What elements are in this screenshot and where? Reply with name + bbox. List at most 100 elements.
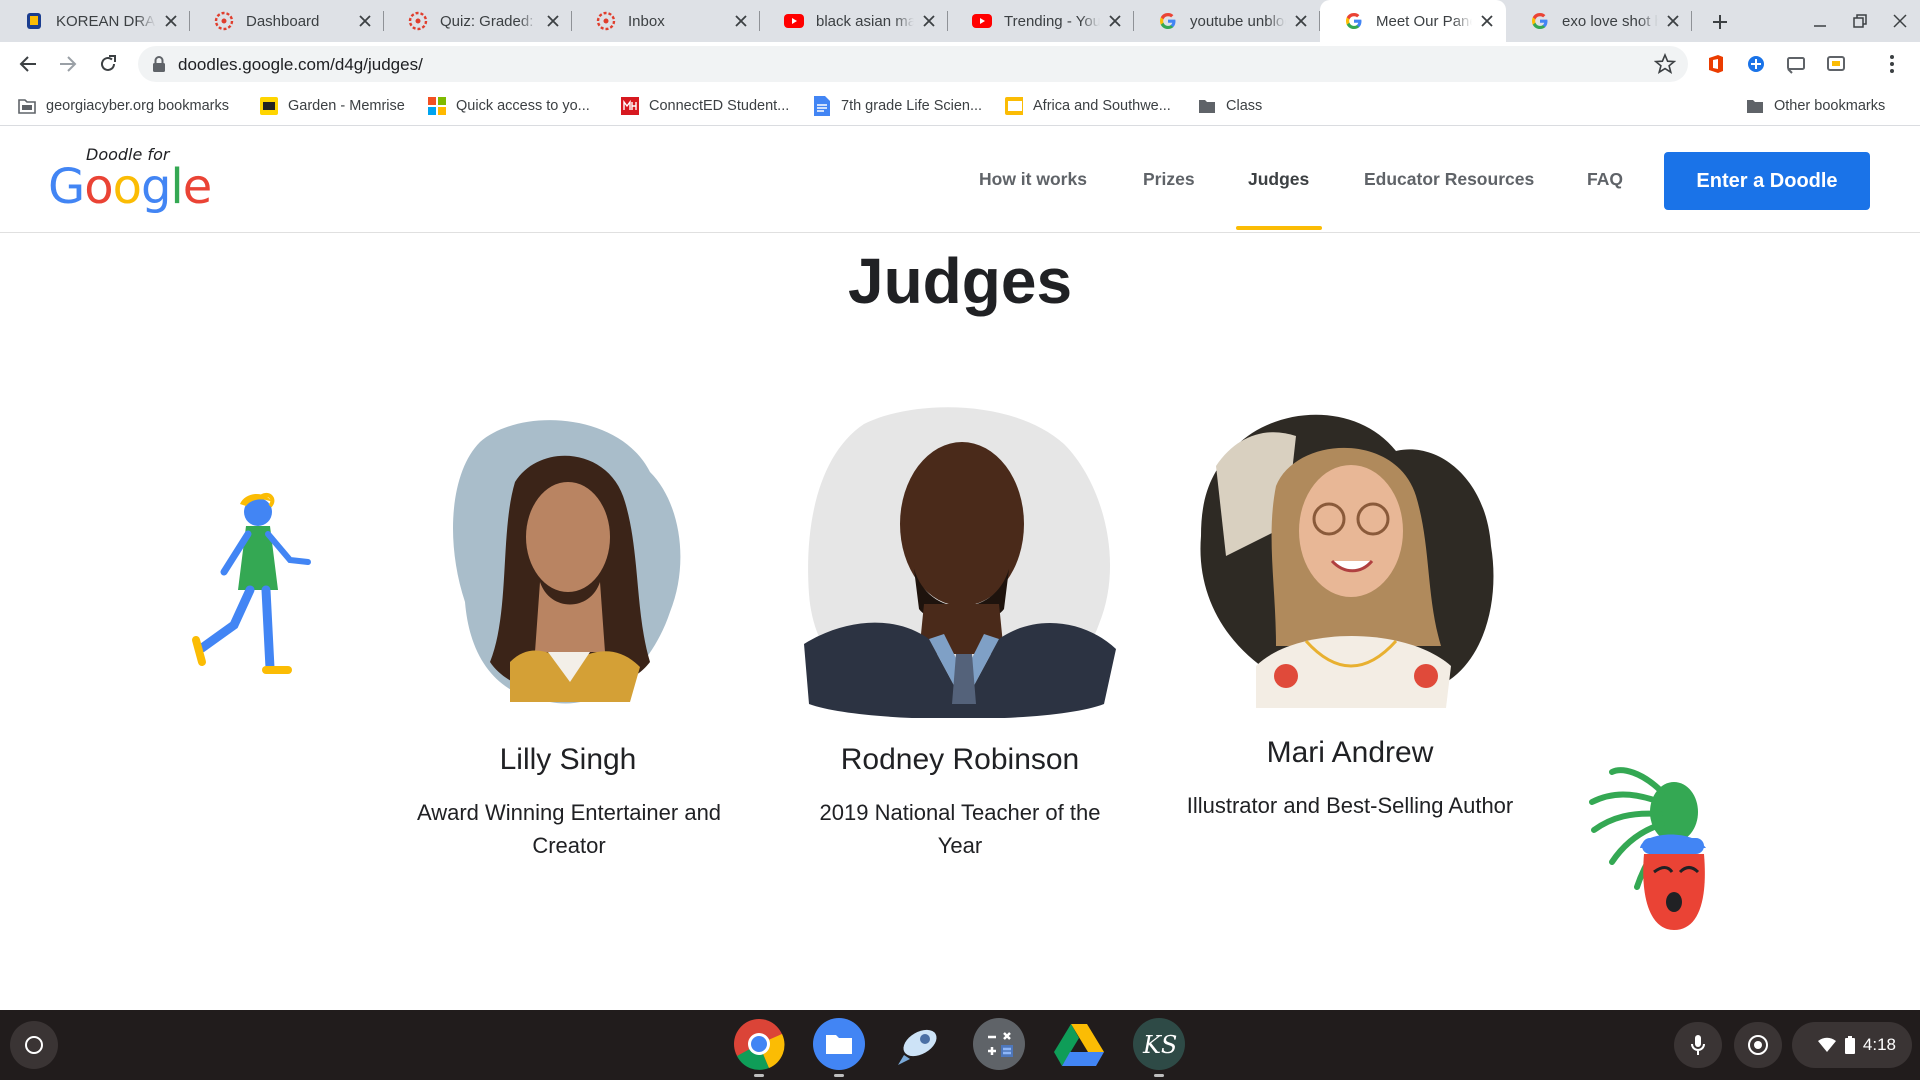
nav-faq[interactable]: FAQ [1587, 169, 1623, 190]
new-tab-button[interactable] [1704, 6, 1736, 38]
microphone-icon [1691, 1035, 1705, 1055]
judge-photo [1196, 406, 1506, 713]
ks-app-icon[interactable]: KS [1133, 1018, 1185, 1070]
nav-how-it-works[interactable]: How it works [979, 169, 1087, 190]
reload-button[interactable] [92, 48, 124, 80]
bookmark-label: Quick access to yo... [456, 98, 590, 114]
clock-time: 4:18 [1862, 1035, 1896, 1054]
bookmark-label: Africa and Southwe... [1033, 98, 1171, 114]
restore-button[interactable] [1840, 0, 1880, 42]
rocket-app-icon[interactable] [893, 1018, 945, 1070]
launcher-button[interactable] [10, 1021, 58, 1069]
tab-strip: KOREAN DRAMA Dashboard Quiz: Graded: 79 … [0, 0, 1920, 42]
close-tab-icon[interactable] [1664, 12, 1682, 30]
folder-icon [1746, 97, 1764, 115]
browser-tab[interactable]: Inbox [572, 0, 760, 42]
nav-prizes[interactable]: Prizes [1143, 169, 1195, 190]
youtube-icon [972, 11, 992, 31]
bookmark-label: georgiacyber.org bookmarks [46, 98, 229, 114]
bookmark-label: ConnectED Student... [649, 98, 790, 114]
bookmark-icon [24, 11, 44, 31]
close-tab-icon[interactable] [544, 12, 562, 30]
close-tab-icon[interactable] [1292, 12, 1310, 30]
tab-title: Quiz: Graded: 79 [440, 12, 538, 30]
tab-title: Meet Our Panel [1376, 12, 1472, 30]
youtube-icon [784, 11, 804, 31]
bookmark-label: Garden - Memrise [288, 98, 405, 114]
enter-a-doodle-button[interactable]: Enter a Doodle [1664, 152, 1870, 210]
close-window-button[interactable] [1880, 0, 1920, 42]
google-icon [1530, 11, 1550, 31]
browser-toolbar: doodles.google.com/d4g/judges/ [0, 42, 1920, 86]
other-bookmarks[interactable]: Other bookmarks [1746, 86, 1885, 126]
doodle-for-google-logo[interactable]: Doodle for Google [48, 145, 212, 215]
drive-icon[interactable] [1053, 1018, 1105, 1070]
forward-button[interactable] [52, 48, 84, 80]
close-tab-icon[interactable] [1478, 12, 1496, 30]
bookmark-item[interactable]: Garden - Memrise [260, 86, 405, 126]
bookmark-label: 7th grade Life Scien... [841, 98, 983, 114]
browser-tab[interactable]: exo love shot hd [1506, 0, 1692, 42]
bookmark-item[interactable]: Class [1198, 86, 1262, 126]
arrow-left-icon [19, 56, 36, 72]
microsoft-icon [428, 97, 446, 115]
calculator-icon[interactable] [973, 1018, 1025, 1070]
back-button[interactable] [12, 48, 44, 80]
walking-girl-doodle [190, 490, 330, 685]
plus-icon [1713, 15, 1727, 29]
browser-tab[interactable]: Trending - YouTube [948, 0, 1134, 42]
svg-text:KS: KS [1142, 1031, 1177, 1059]
reload-icon [101, 55, 116, 71]
judge-role: 2019 National Teacher of the Year [819, 800, 1101, 858]
tab-title: youtube unblocked [1190, 12, 1286, 30]
close-tab-icon[interactable] [1106, 12, 1124, 30]
minimize-icon [1814, 25, 1826, 27]
browser-tab[interactable]: Quiz: Graded: 79 [384, 0, 572, 42]
slides-icon [1005, 97, 1023, 115]
screen-capture-button[interactable] [1734, 1022, 1782, 1068]
close-tab-icon[interactable] [920, 12, 938, 30]
url-text: doodles.google.com/d4g/judges/ [178, 55, 423, 74]
judge-photo [804, 404, 1116, 723]
cast-extension-icon[interactable] [1784, 52, 1808, 76]
tab-title: black asian male [816, 12, 914, 30]
browser-tab[interactable]: youtube unblocked [1134, 0, 1320, 42]
logo-wordmark: Google [48, 159, 212, 215]
close-tab-icon[interactable] [356, 12, 374, 30]
bookmark-item[interactable]: 7th grade Life Scien... [813, 86, 982, 126]
docs-icon [813, 96, 831, 116]
hairy-head-doodle [1582, 762, 1712, 947]
close-tab-icon[interactable] [732, 12, 750, 30]
files-app-icon[interactable] [813, 1018, 865, 1070]
bookmark-item[interactable]: Africa and Southwe... [1005, 86, 1171, 126]
bookmark-item[interactable]: georgiacyber.org bookmarks [18, 86, 229, 126]
browser-tab-active[interactable]: Meet Our Panel [1320, 0, 1506, 42]
mcgraw-hill-icon [621, 97, 639, 115]
close-icon [1893, 14, 1907, 28]
arrow-right-icon [60, 56, 77, 72]
office-extension-icon[interactable] [1704, 52, 1728, 76]
bookmark-item[interactable]: Quick access to yo... [428, 86, 590, 126]
chrome-app-icon[interactable] [733, 1018, 785, 1070]
nav-educator-resources[interactable]: Educator Resources [1364, 169, 1534, 190]
tab-title: KOREAN DRAMA [56, 12, 156, 30]
browser-tab[interactable]: black asian male [760, 0, 948, 42]
screencast-extension-icon[interactable] [1824, 52, 1848, 76]
judge-name: Lilly Singh [499, 743, 637, 776]
canvas-icon [408, 11, 428, 31]
tab-title: Trending - YouTube [1004, 12, 1100, 30]
bookmark-star-icon [1654, 53, 1676, 74]
address-bar[interactable]: doodles.google.com/d4g/judges/ [138, 46, 1688, 82]
bookmark-label: Class [1226, 98, 1263, 114]
extension-icon[interactable] [1744, 52, 1768, 76]
close-tab-icon[interactable] [162, 12, 180, 30]
browser-tab[interactable]: Dashboard [190, 0, 384, 42]
launcher-circle-icon [25, 1036, 43, 1054]
nav-judges[interactable]: Judges [1248, 169, 1309, 190]
minimize-button[interactable] [1800, 0, 1840, 42]
bookmark-item[interactable]: ConnectED Student... [621, 86, 789, 126]
browser-tab[interactable]: KOREAN DRAMA [0, 0, 190, 42]
microphone-button[interactable] [1674, 1022, 1722, 1068]
status-area[interactable]: 4:18 [1792, 1022, 1912, 1068]
kebab-menu-icon[interactable] [1880, 52, 1904, 76]
